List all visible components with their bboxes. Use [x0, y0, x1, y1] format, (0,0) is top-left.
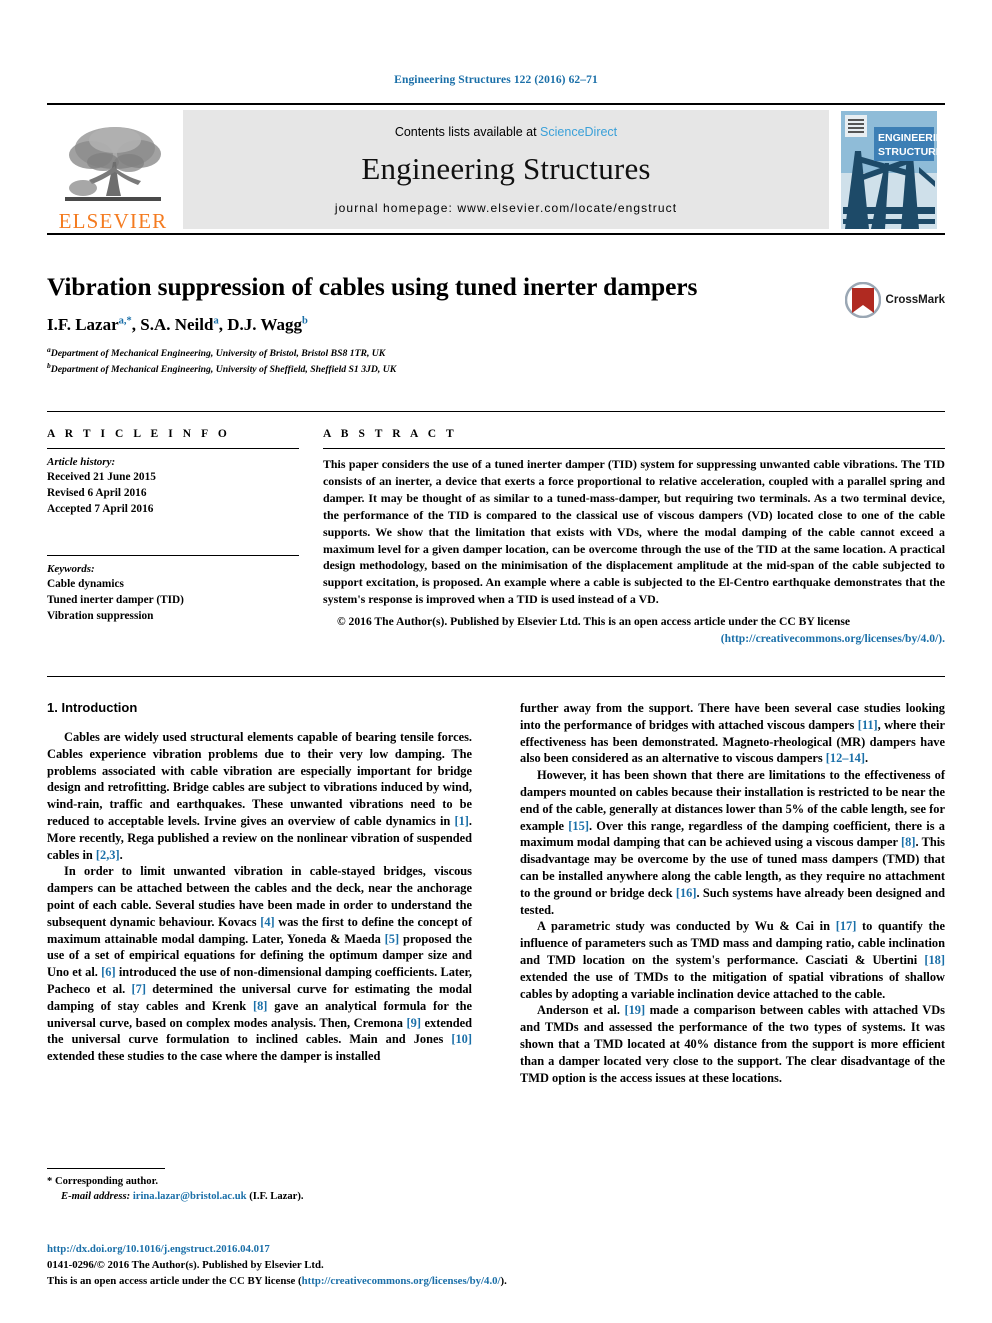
keywords-block: Keywords: Cable dynamics Tuned inerter d…: [47, 555, 299, 624]
cover-title-line1: ENGINEERING: [878, 132, 937, 144]
citation-ref[interactable]: [2,3]: [96, 848, 120, 862]
elsevier-logo: ELSEVIER: [47, 105, 179, 234]
abstract-column: A B S T R A C T This paper considers the…: [323, 428, 945, 647]
elsevier-wordmark: ELSEVIER: [58, 209, 168, 233]
journal-cover-image: ENGINEERING STRUCTURES: [841, 110, 937, 229]
article-history-revised: Revised 6 April 2016: [47, 487, 147, 500]
citation-ref[interactable]: [9]: [407, 1016, 421, 1030]
author-affiliation-mark: a,*: [118, 315, 132, 327]
copyright-text: © 2016 The Author(s). Published by Elsev…: [337, 615, 851, 629]
crossmark-icon: [844, 282, 881, 318]
section-heading-introduction: 1. Introduction: [47, 700, 138, 715]
article-info-heading: A R T I C L E I N F O: [47, 428, 231, 440]
citation-ref[interactable]: [16]: [676, 886, 697, 900]
article-history-accepted: Accepted 7 April 2016: [47, 503, 154, 516]
abstract-heading: A B S T R A C T: [323, 428, 458, 440]
affiliation-text: Department of Mechanical Engineering, Un…: [50, 363, 397, 375]
paper-title: Vibration suppression of cables using tu…: [47, 272, 698, 301]
license-suffix: ).: [500, 1274, 507, 1287]
citation-ref[interactable]: [8]: [901, 835, 915, 849]
citation-ref[interactable]: [8]: [253, 999, 267, 1013]
abstract-divider: [323, 448, 945, 449]
abstract-copyright: © 2016 The Author(s). Published by Elsev…: [323, 614, 945, 647]
author-affiliation-mark: a: [213, 315, 219, 327]
email-owner: (I.F. Lazar).: [249, 1191, 304, 1203]
keyword-item: Cable dynamics: [47, 578, 124, 591]
author-affiliation-mark: b: [302, 315, 308, 327]
keyword-item: Vibration suppression: [47, 610, 154, 623]
contents-prefix: Contents lists available at: [394, 124, 541, 139]
body-column-left: 1. Introduction Cables are widely used s…: [47, 700, 472, 1086]
doi-link[interactable]: http://dx.doi.org/10.1016/j.engstruct.20…: [47, 1242, 747, 1258]
affiliation-line: aDepartment of Mechanical Engineering, U…: [47, 345, 945, 360]
cover-title-line2: STRUCTURES: [878, 146, 937, 158]
journal-masthead: ELSEVIER Contents lists available at Sci…: [47, 103, 945, 235]
masthead-center-panel: Contents lists available at ScienceDirec…: [183, 110, 829, 229]
citation-ref[interactable]: [5]: [385, 932, 399, 946]
keywords-divider: [47, 555, 299, 557]
journal-title: Engineering Structures: [361, 150, 651, 186]
body-paragraph: Cables are widely used structural elemen…: [47, 730, 472, 862]
keyword-item: Tuned inerter damper (TID): [47, 594, 184, 607]
elsevier-tree-icon: [65, 127, 161, 201]
journal-homepage-line[interactable]: journal homepage: www.elsevier.com/locat…: [335, 201, 677, 215]
contents-available-line: Contents lists available at ScienceDirec…: [395, 125, 617, 139]
body-paragraph: In order to limit unwanted vibration in …: [47, 864, 473, 1064]
crossmark-badge[interactable]: CrossMark: [844, 282, 945, 318]
email-line: E-mail address: irina.lazar@bristol.ac.u…: [47, 1189, 472, 1204]
footnote-rule: [47, 1168, 165, 1169]
citation-ref[interactable]: [10]: [451, 1032, 472, 1046]
sciencedirect-link[interactable]: ScienceDirect: [540, 125, 617, 139]
running-head: Engineering Structures 122 (2016) 62–71: [394, 74, 598, 86]
affiliation-text: Department of Mechanical Engineering, Un…: [50, 348, 386, 360]
article-info-divider: [47, 448, 299, 449]
article-info-column: A R T I C L E I N F O Article history: R…: [47, 428, 299, 624]
corresponding-author-line: * Corresponding author.: [47, 1174, 472, 1189]
email-label: E-mail address:: [61, 1191, 131, 1203]
license-link[interactable]: (http://creativecommons.org/licenses/by/…: [721, 632, 945, 645]
citation-ref[interactable]: [15]: [568, 819, 589, 833]
corresponding-marker: *: [47, 1176, 53, 1187]
citation-ref[interactable]: [19]: [624, 1003, 645, 1017]
info-rule-top: [47, 411, 945, 412]
journal-cover-thumbnail: ENGINEERING STRUCTURES: [833, 105, 945, 234]
page-footer: http://dx.doi.org/10.1016/j.engstruct.20…: [47, 1242, 747, 1289]
affiliation-line: bDepartment of Mechanical Engineering, U…: [47, 361, 945, 376]
article-history-received: Received 21 June 2015: [47, 471, 156, 483]
issn-copyright-line: 0141-0296/© 2016 The Author(s). Publishe…: [47, 1258, 324, 1271]
author-name: S.A. Neild: [140, 315, 214, 335]
citation-ref[interactable]: [11]: [858, 718, 878, 732]
citation-ref[interactable]: [6]: [101, 965, 115, 979]
body-paragraph: A parametric study was conducted by Wu &…: [520, 919, 946, 1001]
citation-ref[interactable]: [7]: [132, 982, 146, 996]
footer-license-line: This is an open access article under the…: [47, 1274, 747, 1290]
citation-ref[interactable]: [4]: [260, 915, 274, 929]
author-list: I.F. Lazara,*, S.A. Neilda, D.J. Waggb: [47, 315, 308, 335]
body-paragraph: However, it has been shown that there ar…: [520, 768, 945, 917]
citation-ref[interactable]: [18]: [924, 953, 945, 967]
paper-page: Engineering Structures 122 (2016) 62–71: [0, 0, 992, 1323]
footnote-block: * Corresponding author. E-mail address: …: [47, 1168, 472, 1205]
footer-license-link[interactable]: http://creativecommons.org/licenses/by/4…: [302, 1275, 501, 1287]
citation-ref[interactable]: [12–14]: [826, 751, 865, 765]
abstract-text: This paper considers the use of a tuned …: [323, 457, 945, 607]
author-name: I.F. Lazar: [47, 315, 119, 335]
title-block: Vibration suppression of cables using tu…: [47, 272, 945, 376]
author-name: D.J. Wagg: [227, 315, 303, 335]
email-link[interactable]: irina.lazar@bristol.ac.uk: [133, 1191, 247, 1202]
article-history-label: Article history:: [47, 456, 116, 468]
citation-ref[interactable]: [17]: [836, 919, 857, 933]
citation-ref[interactable]: [1]: [454, 814, 468, 828]
corresponding-author-text: Corresponding author.: [54, 1176, 158, 1187]
crossmark-label: CrossMark: [885, 294, 945, 306]
body-columns: 1. Introduction Cables are widely used s…: [47, 700, 945, 1086]
info-rule-bottom: [47, 676, 945, 677]
keywords-label: Keywords:: [47, 563, 95, 576]
license-prefix: This is an open access article under the…: [47, 1274, 302, 1287]
body-paragraph: further away from the support. There hav…: [520, 701, 945, 766]
body-column-right: further away from the support. There hav…: [520, 700, 945, 1086]
body-paragraph: Anderson et al. [19] made a comparison b…: [520, 1003, 945, 1085]
